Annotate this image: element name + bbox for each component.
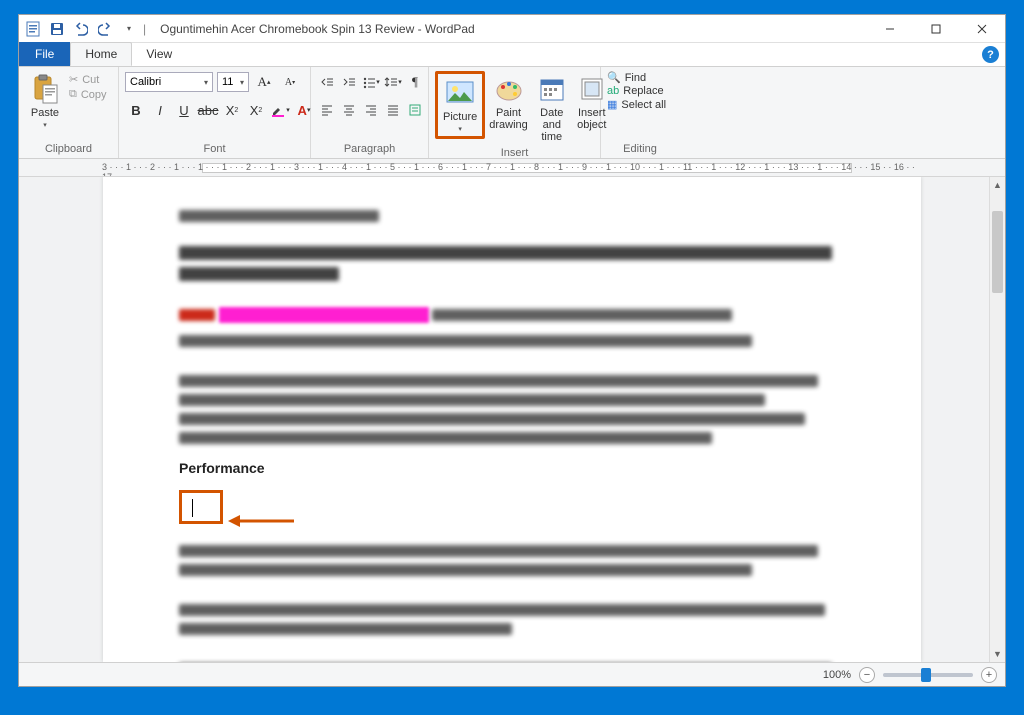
zoom-in-button[interactable]: + [981, 667, 997, 683]
qat-dropdown-icon[interactable]: ▾ [119, 19, 139, 39]
paint-drawing-button[interactable]: Paint drawing [485, 71, 532, 133]
app-icon [25, 21, 41, 37]
status-bar: 100% − + [19, 662, 1005, 686]
italic-button[interactable]: I [149, 99, 171, 121]
grow-font-button[interactable]: A▴ [253, 71, 275, 93]
underline-button[interactable]: U [173, 99, 195, 121]
picture-button[interactable]: Picture ▾ [439, 75, 481, 135]
picture-button-highlight: Picture ▾ [435, 71, 485, 139]
select-all-button[interactable]: ▦Select all [607, 98, 666, 111]
align-center-button[interactable] [339, 99, 359, 121]
cut-icon: ✂ [69, 73, 78, 86]
select-all-icon: ▦ [607, 98, 617, 111]
ruler[interactable]: 3 · · · 1 · · · 2 · · · 1 · · · 1 · · · … [19, 159, 1005, 177]
home-tab[interactable]: Home [70, 42, 132, 66]
save-icon[interactable] [47, 19, 67, 39]
bold-button[interactable]: B [125, 99, 147, 121]
align-left-button[interactable] [317, 99, 337, 121]
highlight-color-button[interactable]: ▾ [269, 99, 291, 121]
zoom-out-button[interactable]: − [859, 667, 875, 683]
copy-icon: ⧉ [69, 88, 77, 101]
title-bar: ▾ | Oguntimehin Acer Chromebook Spin 13 … [19, 15, 1005, 43]
show-marks-button[interactable]: ¶ [405, 71, 425, 93]
align-right-button[interactable] [361, 99, 381, 121]
calendar-icon [536, 73, 568, 105]
document-area: Performance ▲ ▼ [19, 177, 1005, 662]
shrink-font-button[interactable]: A▾ [279, 71, 301, 93]
paste-icon [29, 73, 61, 105]
file-tab[interactable]: File [19, 42, 70, 66]
increase-indent-button[interactable] [339, 71, 359, 93]
window-title: Oguntimehin Acer Chromebook Spin 13 Revi… [160, 22, 475, 36]
scroll-down-icon[interactable]: ▼ [990, 646, 1005, 662]
ribbon: Paste ▾ ✂Cut ⧉Copy Clipboard Calibri▾ 11… [19, 67, 1005, 159]
clipboard-group-label: Clipboard [25, 141, 112, 158]
font-group-label: Font [125, 141, 304, 158]
minimize-button[interactable] [867, 15, 913, 43]
redo-icon[interactable] [95, 19, 115, 39]
scroll-thumb[interactable] [992, 211, 1003, 293]
paint-icon [493, 73, 525, 105]
zoom-level: 100% [823, 669, 851, 681]
paragraph-group-label: Paragraph [317, 141, 422, 158]
replace-icon: ab [607, 85, 619, 97]
maximize-button[interactable] [913, 15, 959, 43]
app-window: ▾ | Oguntimehin Acer Chromebook Spin 13 … [18, 14, 1006, 687]
help-icon[interactable]: ? [982, 46, 999, 63]
highlight-icon [270, 102, 286, 118]
editing-group-label: Editing [607, 141, 673, 158]
decrease-indent-button[interactable] [317, 71, 337, 93]
bullets-button[interactable]: ▾ [361, 71, 381, 93]
justify-button[interactable] [383, 99, 403, 121]
date-time-button[interactable]: Date and time [532, 71, 572, 145]
zoom-slider[interactable] [883, 673, 973, 677]
line-spacing-button[interactable]: ▾ [383, 71, 403, 93]
replace-button[interactable]: abReplace [607, 85, 666, 97]
superscript-button[interactable]: X2 [245, 99, 267, 121]
strike-button[interactable]: abc [197, 99, 219, 121]
copy-button[interactable]: ⧉Copy [69, 88, 107, 101]
arrow-annotation [226, 511, 296, 531]
find-icon: 🔍 [607, 71, 621, 84]
subscript-button[interactable]: X2 [221, 99, 243, 121]
quick-access-toolbar: ▾ [47, 19, 139, 39]
picture-icon [444, 77, 476, 109]
undo-icon[interactable] [71, 19, 91, 39]
font-family-combo[interactable]: Calibri▾ [125, 72, 213, 92]
view-tab[interactable]: View [132, 42, 186, 66]
text-cursor-annotation [179, 490, 223, 524]
font-size-combo[interactable]: 11▾ [217, 72, 249, 92]
vertical-scrollbar[interactable]: ▲ ▼ [989, 177, 1005, 662]
close-button[interactable] [959, 15, 1005, 43]
paragraph-dialog-button[interactable] [405, 99, 425, 121]
document-page[interactable]: Performance [103, 177, 921, 662]
paste-button[interactable]: Paste ▾ [25, 71, 65, 131]
find-button[interactable]: 🔍Find [607, 71, 666, 84]
document-heading: Performance [179, 460, 845, 476]
cut-button[interactable]: ✂Cut [69, 73, 107, 86]
tab-bar: File Home View ? [19, 43, 1005, 67]
scroll-up-icon[interactable]: ▲ [990, 177, 1005, 193]
